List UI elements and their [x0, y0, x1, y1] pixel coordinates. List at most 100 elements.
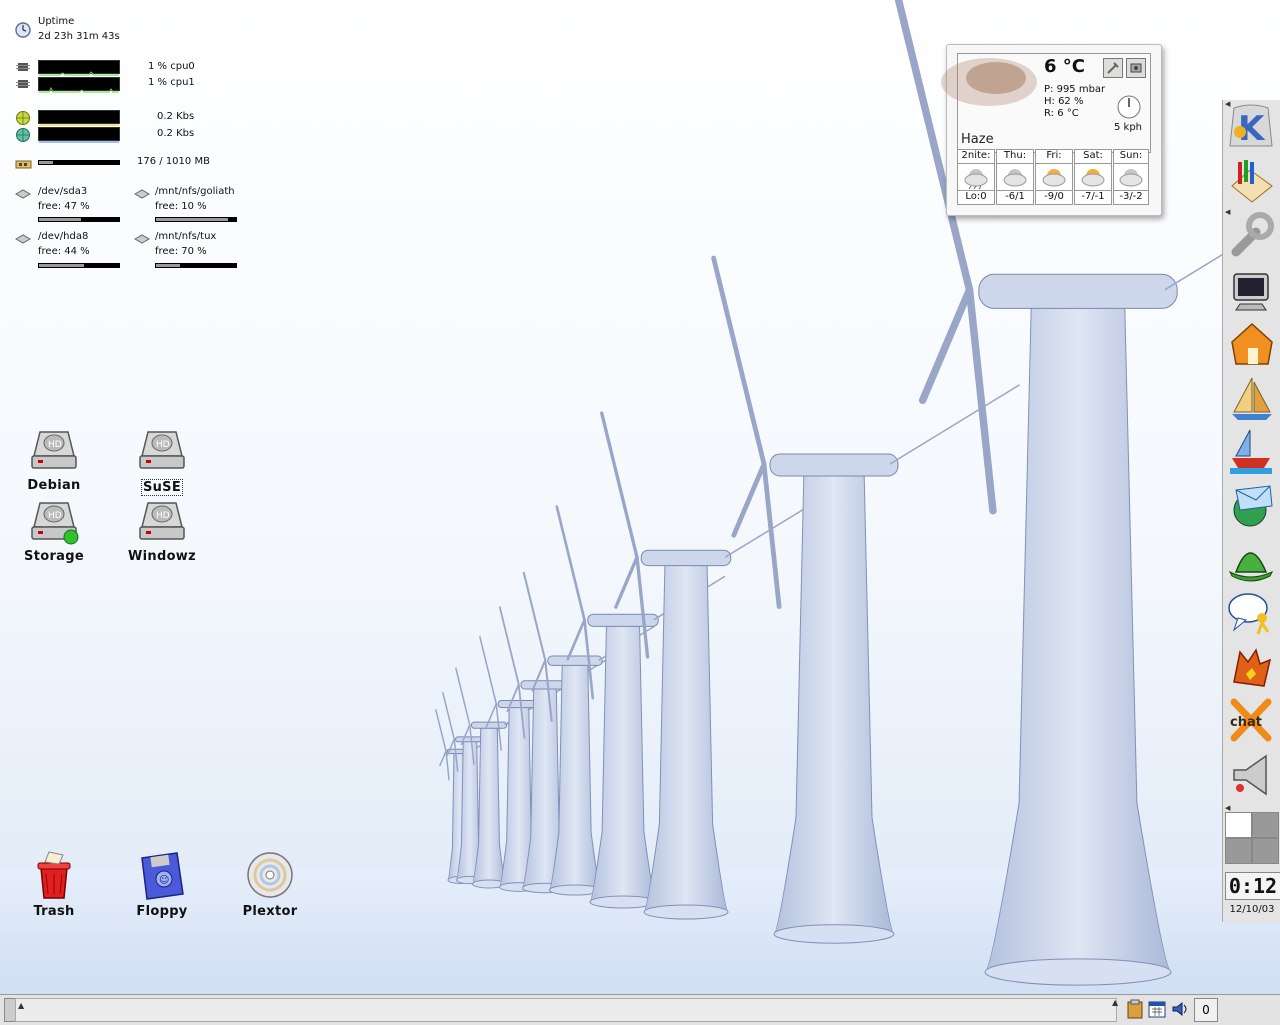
- memory-icon: [15, 160, 32, 169]
- mail-globe-icon: [1233, 485, 1273, 527]
- cpu0-label: 1 % cpu0: [148, 61, 195, 72]
- disk-bar-fill: [39, 264, 84, 267]
- disk-tux-name: /mnt/nfs/tux: [155, 231, 217, 242]
- cloud-icon: [996, 163, 1034, 191]
- turbine-nacelle: [640, 549, 732, 567]
- desktop-icon-debian[interactable]: HD Debian: [9, 426, 99, 493]
- desktop-icon-windowz[interactable]: HD Windowz: [117, 497, 207, 564]
- turbine-blade: [918, 286, 974, 405]
- sailboat-icon: [1232, 377, 1272, 420]
- svg-text:HD: HD: [48, 440, 62, 450]
- hard-disk-icon: [134, 234, 150, 244]
- disk-hda8-name: /dev/hda8: [38, 231, 89, 242]
- network-globe-icon: [16, 128, 30, 142]
- xchat-icon: chat: [1230, 698, 1272, 742]
- forecast-temp-label: Lo:0: [957, 190, 995, 205]
- turbine-blade: [479, 635, 498, 705]
- weather-settings-button[interactable]: [1103, 58, 1123, 78]
- weather-map-button[interactable]: [1126, 58, 1146, 78]
- disk-goliath-name: /mnt/nfs/goliath: [155, 186, 235, 197]
- calendar-icon[interactable]: [1147, 999, 1167, 1019]
- desktop-icon-storage[interactable]: HD Storage: [9, 497, 99, 564]
- volume-icon[interactable]: [1170, 999, 1190, 1019]
- net-in-label: 0.2 Kbs: [157, 111, 195, 122]
- taskbar-counter[interactable]: 0: [1194, 998, 1218, 1022]
- forecast-day-label: Thu:: [996, 149, 1034, 164]
- turbine-nacelle: [470, 721, 508, 729]
- monitor-icon: [1233, 273, 1269, 311]
- desktop-icon-label: Debian: [27, 478, 81, 493]
- desktop-icon-floppy[interactable]: ☺ Floppy: [117, 850, 207, 919]
- pager-desktop-1[interactable]: [1226, 813, 1251, 837]
- clock-icon: [15, 22, 31, 38]
- haze-cloud-icon: [941, 58, 1037, 106]
- turbine-blade: [731, 461, 767, 538]
- clipboard-icon[interactable]: [1125, 999, 1145, 1019]
- net-out-graph: [38, 127, 120, 143]
- kmail-button[interactable]: [1226, 480, 1276, 530]
- xchat-button[interactable]: chat: [1226, 696, 1276, 746]
- uptime-value: 2d 23h 31m 43s: [38, 31, 120, 42]
- turbine-blade: [614, 555, 639, 609]
- k-menu-button[interactable]: K: [1226, 102, 1276, 152]
- turbine-nacelle: [769, 453, 899, 477]
- pager-desktop-4[interactable]: [1253, 839, 1278, 863]
- forecast-temp-label: -7/-1: [1074, 190, 1112, 205]
- turbine-blade: [522, 571, 547, 662]
- disk-goliath-free: free: 10 %: [155, 201, 207, 212]
- desktop-pager[interactable]: [1225, 812, 1279, 864]
- network-globe-icon: [16, 111, 30, 125]
- disk-goliath-bar: [155, 217, 237, 222]
- firebird-button[interactable]: [1226, 642, 1276, 692]
- cpu-chip-icon: [16, 63, 30, 71]
- weather-temperature: 6 °C: [1044, 56, 1086, 77]
- sun-cloud-icon: [1074, 163, 1112, 191]
- pager-desktop-2[interactable]: [1253, 813, 1278, 837]
- kgpg-button[interactable]: [1226, 534, 1276, 584]
- forecast-day-label: Sat:: [1074, 149, 1112, 164]
- forecast-temp-label: -6/1: [996, 190, 1034, 205]
- taskbar-window-list[interactable]: ▲: [15, 998, 1117, 1022]
- memory-bar-fill: [39, 161, 53, 164]
- wrench-icon: [1231, 212, 1274, 257]
- cpu-chip-icon: [16, 80, 30, 88]
- desktop-icon-label: Floppy: [136, 904, 188, 919]
- turbine-nacelle: [978, 273, 1178, 309]
- weather-widget[interactable]: 6 °C P: 995 mbar H: 62 % R: 6 °C 5 kph H…: [941, 44, 1162, 216]
- cdrom-icon: [247, 852, 293, 898]
- desktop-icon-label: Storage: [24, 549, 84, 564]
- forecast-day-label: Sun:: [1113, 149, 1149, 164]
- paint-tools-icon: [1231, 160, 1273, 203]
- turbine-blade: [600, 411, 639, 559]
- forecast-temp-label: -9/0: [1035, 190, 1073, 205]
- desktop-icon-plextor[interactable]: Plextor: [225, 850, 315, 919]
- kde-control-button[interactable]: [1226, 156, 1276, 206]
- forecast-day-label: Fri:: [1035, 149, 1073, 164]
- kopete-button[interactable]: [1226, 588, 1276, 638]
- sun-cloud-icon: [1035, 163, 1073, 191]
- home-icon: [1231, 322, 1273, 365]
- weather-current: 6 °C P: 995 mbar H: 62 % R: 6 °C 5 kph H…: [941, 53, 1151, 153]
- konsole-button[interactable]: [1226, 264, 1276, 314]
- pager-desktop-3[interactable]: [1226, 839, 1251, 863]
- weather-realfeel: R: 6 °C: [1044, 108, 1079, 119]
- settings-button[interactable]: [1226, 210, 1276, 260]
- browser-button[interactable]: [1226, 426, 1276, 476]
- panel-clock[interactable]: 0:12: [1225, 872, 1280, 900]
- turbine-tower: [984, 295, 1172, 973]
- disk-tux-free: free: 70 %: [155, 246, 207, 257]
- chat-bubble-icon: [1228, 593, 1270, 635]
- turbine-blade: [435, 709, 447, 752]
- home-folder-button[interactable]: [1226, 318, 1276, 368]
- disk-bar-fill: [156, 218, 228, 221]
- konqueror-button[interactable]: [1226, 372, 1276, 422]
- weather-humidity: H: 62 %: [1044, 96, 1084, 107]
- desktop-icon-suse[interactable]: HD SuSE: [117, 426, 207, 496]
- uptime-label: Uptime: [38, 16, 75, 27]
- panel-date: 12/10/03: [1229, 904, 1275, 915]
- desktop-icon-trash[interactable]: Trash: [9, 850, 99, 919]
- sound-button[interactable]: [1226, 750, 1276, 800]
- wrench-icon: [1107, 62, 1119, 74]
- hard-drive-icon: HD: [139, 502, 185, 540]
- turbine-blade: [455, 667, 471, 726]
